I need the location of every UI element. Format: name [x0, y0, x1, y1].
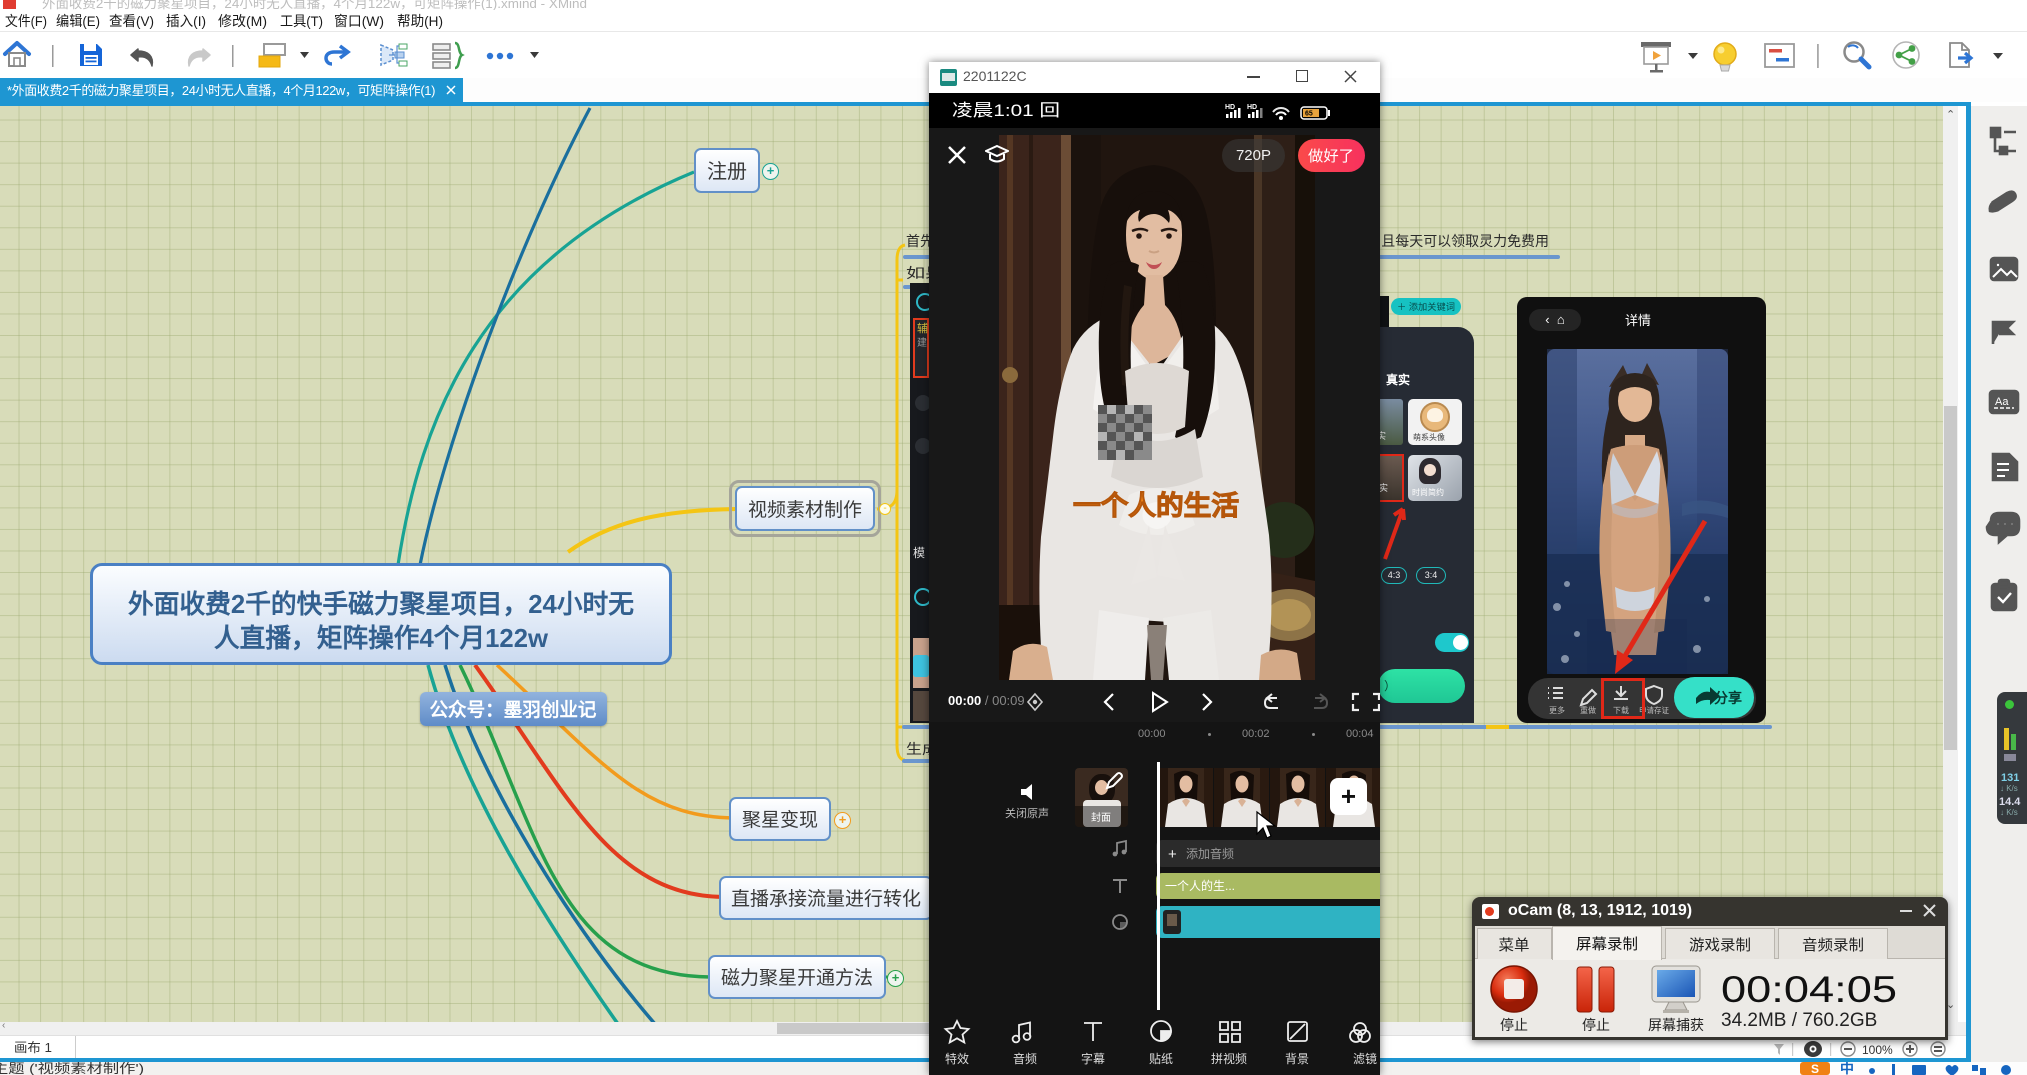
svg-text:实: 实	[1379, 482, 1388, 493]
svg-text:查看(V): 查看(V)	[109, 13, 154, 29]
svg-text:主题 ('视频素材制作'): 主题 ('视频素材制作')	[0, 1062, 144, 1075]
svg-text:添加音频: 添加音频	[1186, 846, 1234, 861]
svg-text:一个人的生活: 一个人的生活	[1073, 490, 1239, 521]
svg-text:建: 建	[917, 336, 927, 349]
svg-text:修改(M): 修改(M)	[218, 13, 267, 29]
svg-text:一个人的生...: 一个人的生...	[1165, 878, 1235, 893]
svg-text:HD: HD	[1247, 104, 1257, 111]
svg-text:视频素材制作: 视频素材制作	[748, 499, 862, 521]
svg-text:00:04:05: 00:04:05	[1721, 969, 1897, 1010]
svg-text:拼视频: 拼视频	[1211, 1051, 1247, 1066]
svg-text:*外面收费2千的磁力聚星项目，24小时无人直播，4个月122: *外面收费2千的磁力聚星项目，24小时无人直播，4个月122w，可矩阵操作(1)	[7, 83, 435, 98]
svg-text:窗口(W): 窗口(W)	[334, 13, 384, 29]
svg-text:菜单: 菜单	[1499, 937, 1530, 954]
svg-text:模: 模	[913, 546, 925, 560]
svg-text:磁力聚星开通方法: 磁力聚星开通方法	[721, 967, 873, 989]
svg-text:外面收费2千的磁力聚星项目，24小时无人直播，4个月122w: 外面收费2千的磁力聚星项目，24小时无人直播，4个月122w，可矩阵操作(1).…	[42, 0, 587, 10]
svg-text:贴纸: 贴纸	[1149, 1052, 1173, 1066]
svg-text:100%: 100%	[1862, 1043, 1893, 1057]
svg-text:字幕: 字幕	[1081, 1051, 1105, 1066]
svg-text:公众号：墨羽创业记: 公众号：墨羽创业记	[430, 698, 597, 721]
svg-text:+: +	[1168, 846, 1177, 863]
svg-text:滤镜: 滤镜	[1353, 1051, 1377, 1066]
svg-text:外面收费2千的快手磁力聚星项目，24小时无: 外面收费2千的快手磁力聚星项目，24小时无	[128, 589, 634, 619]
svg-text:详情: 详情	[1625, 313, 1651, 328]
svg-text:帮助(H): 帮助(H)	[397, 13, 443, 29]
svg-text:34.2MB / 760.2GB: 34.2MB / 760.2GB	[1721, 1010, 1877, 1031]
svg-text:Aa: Aa	[1995, 396, 2009, 408]
svg-text:屏幕捕获: 屏幕捕获	[1648, 1017, 1704, 1033]
svg-text:停止: 停止	[1582, 1017, 1610, 1033]
svg-text:更多: 更多	[1549, 705, 1565, 715]
svg-text:背景: 背景	[1285, 1052, 1309, 1066]
svg-text:HD: HD	[1225, 104, 1235, 111]
svg-text:重做: 重做	[1580, 705, 1596, 715]
svg-text:分享: 分享	[1714, 690, 1742, 706]
svg-text:音频: 音频	[1013, 1051, 1037, 1066]
svg-text:关闭原声: 关闭原声	[1005, 806, 1049, 820]
svg-text:时尚简约: 时尚简约	[1412, 487, 1444, 497]
svg-text:停止: 停止	[1500, 1017, 1528, 1033]
svg-text:插入(I): 插入(I)	[166, 13, 206, 29]
svg-text:画布 1: 画布 1	[14, 1040, 52, 1055]
svg-text:人直播，矩阵操作4个月122w: 人直播，矩阵操作4个月122w	[214, 623, 549, 653]
svg-text:文件(F): 文件(F)	[5, 13, 47, 29]
svg-text:封面: 封面	[1091, 811, 1111, 824]
svg-text:中: 中	[1840, 1062, 1854, 1075]
svg-text:真实: 真实	[1386, 372, 1410, 387]
svg-text:游戏录制: 游戏录制	[1689, 937, 1751, 954]
svg-text:编辑(E): 编辑(E)	[56, 13, 100, 29]
svg-text:辅: 辅	[917, 321, 928, 335]
svg-text:音频录制: 音频录制	[1802, 937, 1864, 954]
svg-text:特效: 特效	[945, 1051, 969, 1066]
svg-text:聚星变现: 聚星变现	[742, 809, 818, 831]
svg-text:凌晨1:01 回: 凌晨1:01 回	[952, 101, 1060, 120]
svg-text:＋ 添加关键词: ＋ 添加关键词	[1397, 301, 1455, 312]
svg-text:屏幕录制: 屏幕录制	[1576, 936, 1638, 953]
svg-text:工具(T): 工具(T)	[280, 13, 323, 29]
svg-text:做好了: 做好了	[1308, 148, 1354, 165]
svg-text:直播承接流量进行转化: 直播承接流量进行转化	[731, 888, 921, 910]
svg-text:萌系头像: 萌系头像	[1413, 432, 1445, 442]
svg-text:注册: 注册	[707, 160, 747, 183]
svg-text:65: 65	[1305, 111, 1313, 118]
